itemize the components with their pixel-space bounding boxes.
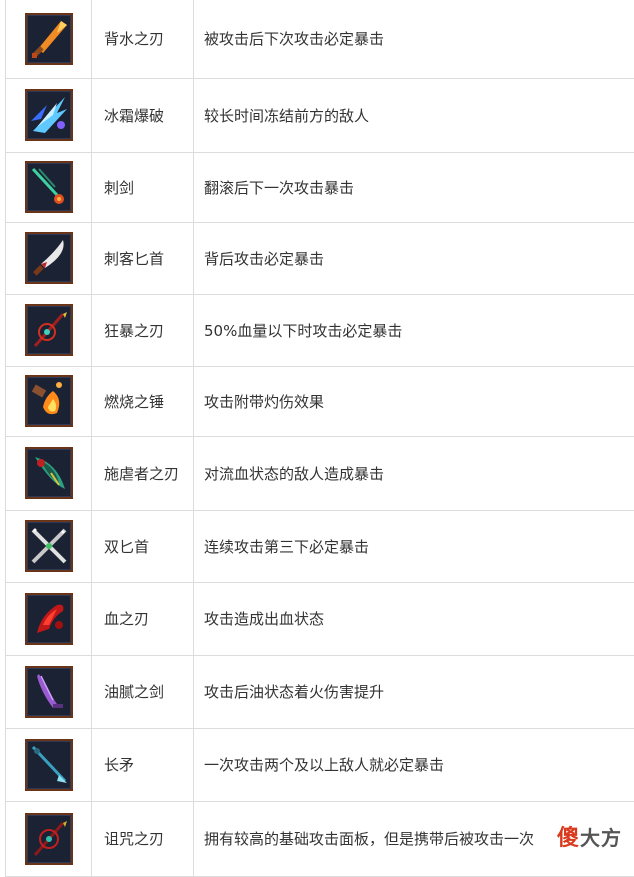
watermark-text: 大方 xyxy=(580,826,622,850)
weapon-description: 较长时间冻结前方的敌人 xyxy=(194,78,634,152)
icon-cell xyxy=(6,294,92,366)
table-row: 狂暴之刃 50%血量以下时攻击必定暴击 xyxy=(6,294,634,366)
table-row: 冰霜爆破 较长时间冻结前方的敌人 xyxy=(6,78,634,152)
weapon-name: 刺客匕首 xyxy=(92,222,194,294)
icon-cell xyxy=(6,728,92,801)
weapon-description: 翻滚后下一次攻击暴击 xyxy=(194,152,634,222)
table-row: 刺客匕首 背后攻击必定暴击 xyxy=(6,222,634,294)
sadist-blade-icon xyxy=(25,447,73,499)
weapon-name: 油腻之剑 xyxy=(92,655,194,728)
site-watermark: 傻大方 xyxy=(555,820,624,852)
oiled-sword-icon xyxy=(25,666,73,718)
table-row: 血之刃 攻击造成出血状态 xyxy=(6,582,634,655)
icon-cell xyxy=(6,152,92,222)
blood-blade-icon xyxy=(25,593,73,645)
icon-cell xyxy=(6,366,92,436)
weapon-name: 血之刃 xyxy=(92,582,194,655)
icon-cell xyxy=(6,582,92,655)
weapon-description: 对流血状态的敌人造成暴击 xyxy=(194,436,634,510)
spear-icon xyxy=(25,739,73,791)
weapon-name: 冰霜爆破 xyxy=(92,78,194,152)
weapon-description: 攻击附带灼伤效果 xyxy=(194,366,634,436)
icon-cell xyxy=(6,0,92,78)
table-row: 长矛 一次攻击两个及以上敌人就必定暴击 xyxy=(6,728,634,801)
table-row: 双匕首 连续攻击第三下必定暴击 xyxy=(6,510,634,582)
ice-blast-icon xyxy=(25,89,73,141)
burning-hammer-icon xyxy=(25,375,73,427)
icon-cell xyxy=(6,222,92,294)
weapon-name: 燃烧之锤 xyxy=(92,366,194,436)
weapon-description: 50%血量以下时攻击必定暴击 xyxy=(194,294,634,366)
weapon-name: 背水之刃 xyxy=(92,0,194,78)
weapon-name: 刺剑 xyxy=(92,152,194,222)
weapon-name: 施虐者之刃 xyxy=(92,436,194,510)
watermark-char: 傻 xyxy=(557,826,580,851)
icon-cell xyxy=(6,78,92,152)
berserk-blade-icon xyxy=(25,304,73,356)
weapon-description: 一次攻击两个及以上敌人就必定暴击 xyxy=(194,728,634,801)
table-row: 油腻之剑 攻击后油状态着火伤害提升 xyxy=(6,655,634,728)
weapon-description: 攻击造成出血状态 xyxy=(194,582,634,655)
assassin-dagger-icon xyxy=(25,232,73,284)
orange-blade-icon xyxy=(25,13,73,65)
weapon-description: 攻击后油状态着火伤害提升 xyxy=(194,655,634,728)
cursed-blade-icon xyxy=(25,813,73,865)
icon-cell xyxy=(6,801,92,876)
icon-cell xyxy=(6,510,92,582)
table-row: 燃烧之锤 攻击附带灼伤效果 xyxy=(6,366,634,436)
weapon-description: 被攻击后下次攻击必定暴击 xyxy=(194,0,634,78)
icon-cell xyxy=(6,436,92,510)
twin-daggers-icon xyxy=(25,520,73,572)
weapon-name: 诅咒之刃 xyxy=(92,801,194,876)
table-row: 背水之刃 被攻击后下次攻击必定暴击 xyxy=(6,0,634,78)
weapon-description: 连续攻击第三下必定暴击 xyxy=(194,510,634,582)
weapon-name: 长矛 xyxy=(92,728,194,801)
table-row: 刺剑 翻滚后下一次攻击暴击 xyxy=(6,152,634,222)
weapon-name: 狂暴之刃 xyxy=(92,294,194,366)
table-row: 诅咒之刃 拥有较高的基础攻击面板，但是携带后被攻击一次 xyxy=(6,801,634,876)
weapon-table: 背水之刃 被攻击后下次攻击必定暴击 冰霜爆破 较长时间冻结前方的敌人 xyxy=(5,0,634,877)
weapon-description: 背后攻击必定暴击 xyxy=(194,222,634,294)
weapon-name: 双匕首 xyxy=(92,510,194,582)
icon-cell xyxy=(6,655,92,728)
table-row: 施虐者之刃 对流血状态的敌人造成暴击 xyxy=(6,436,634,510)
rapier-icon xyxy=(25,161,73,213)
